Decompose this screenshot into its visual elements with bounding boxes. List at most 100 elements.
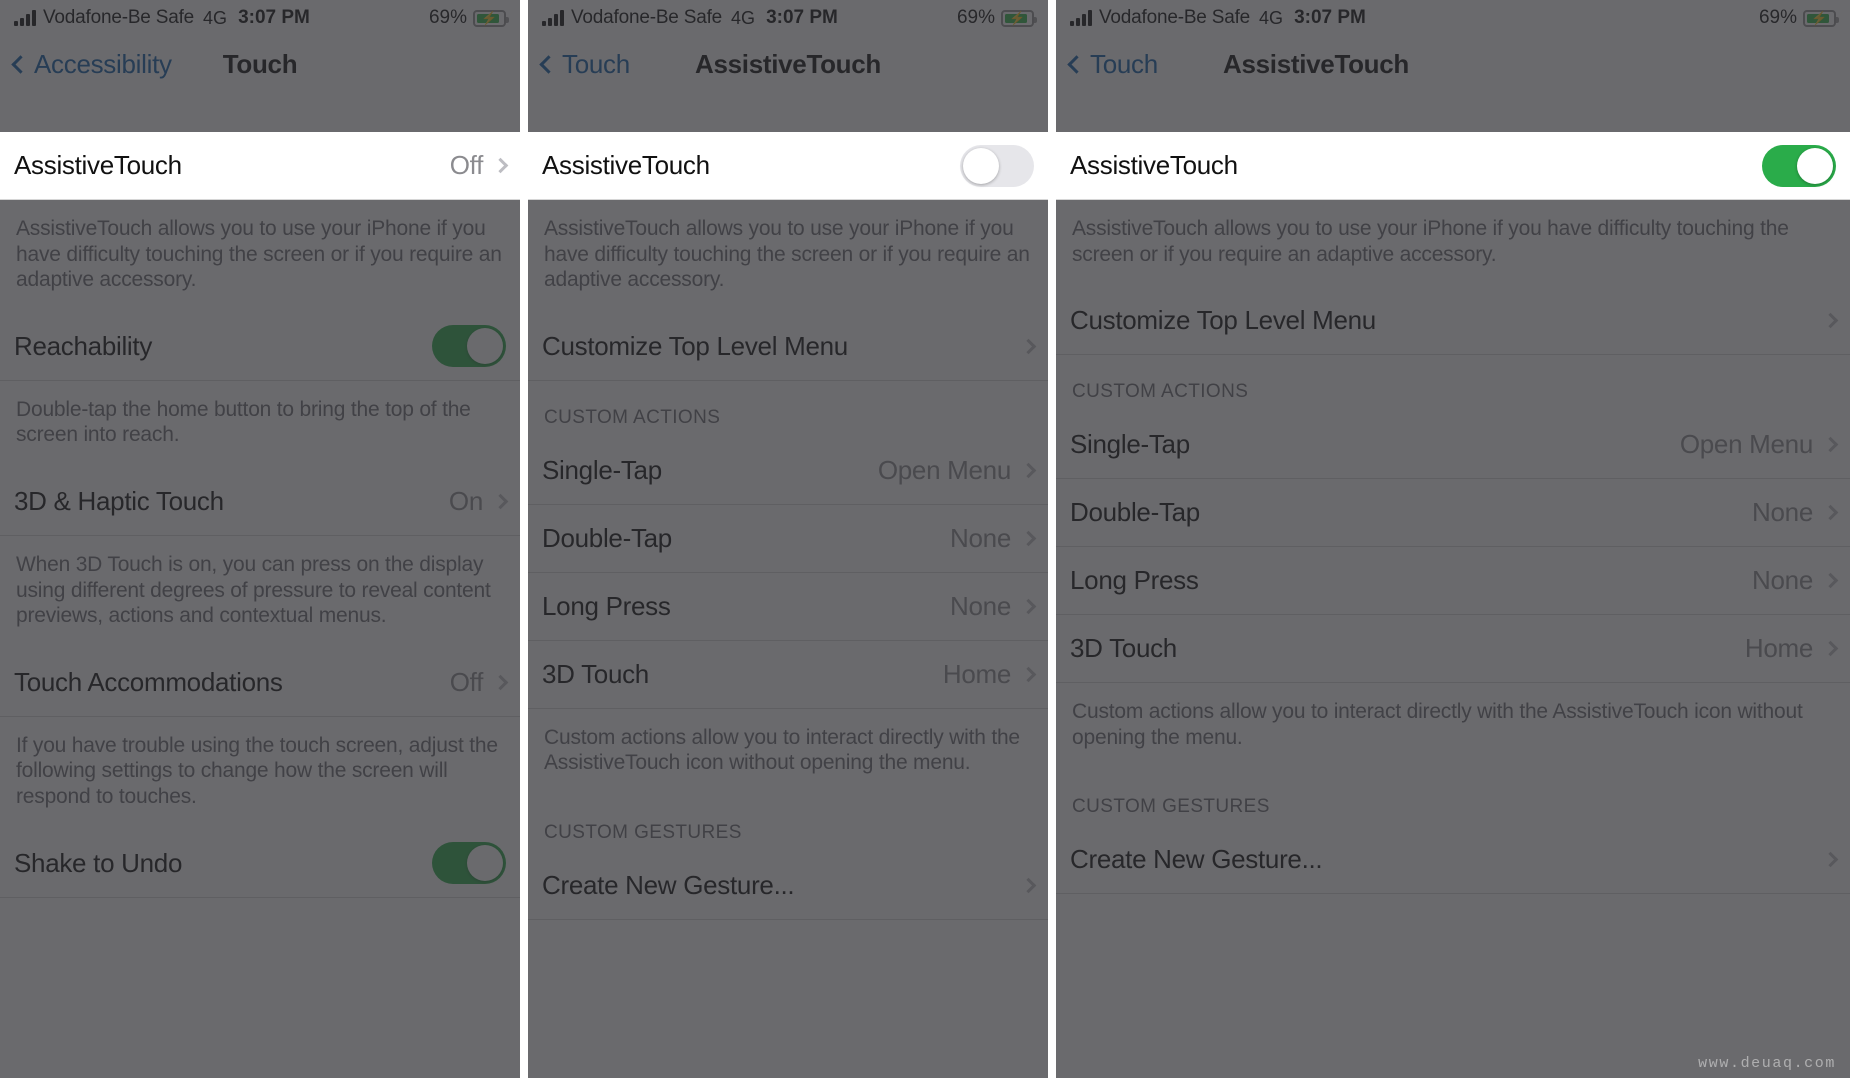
settings-row-accessory — [1762, 144, 1836, 187]
back-button[interactable]: Accessibility — [11, 49, 172, 80]
settings-row-value: Home — [1744, 633, 1813, 664]
toggle-switch[interactable] — [432, 325, 506, 368]
chevron-right-icon — [1822, 852, 1839, 868]
settings-row-label: Long Press — [1070, 565, 1199, 596]
network-type: 4G — [731, 7, 756, 28]
status-left: Vodafone-Be Safe 4G 3:07 PM — [14, 7, 310, 29]
settings-row-accessory — [432, 842, 506, 885]
charging-bolt-icon: ⚡ — [1009, 10, 1026, 26]
battery-percent: 69% — [428, 7, 467, 28]
settings-row-label: AssistiveTouch — [14, 150, 182, 180]
settings-row[interactable]: 3D Touch Home — [528, 640, 1048, 709]
toggle-switch[interactable] — [1762, 144, 1836, 187]
settings-row-label: Single-Tap — [1070, 429, 1190, 460]
settings-row[interactable]: 3D Touch Home — [1056, 615, 1850, 684]
toggle-switch[interactable] — [960, 144, 1034, 187]
settings-row[interactable]: AssistiveTouch — [1056, 132, 1850, 200]
settings-row[interactable]: Single-Tap Open Menu — [528, 436, 1048, 505]
back-button[interactable]: Touch — [539, 48, 630, 80]
settings-row-label: Customize Top Level Menu — [1070, 305, 1376, 336]
settings-row-label: Shake to Undo — [14, 847, 183, 878]
panel-content: AssistiveTouch Off AssistiveTouch allows y… — [0, 92, 520, 898]
nav-bar: Accessibility Touch — [0, 36, 520, 92]
status-bar: Vodafone-Be Safe 4G 3:07 PM 69% ⚡ — [1056, 0, 1850, 36]
settings-row[interactable]: Long Press None — [1056, 547, 1850, 616]
settings-row[interactable]: Reachability — [0, 312, 520, 381]
settings-row-accessory: On — [449, 486, 509, 517]
settings-row-label: 3D Touch — [1070, 633, 1177, 664]
settings-row[interactable]: AssistiveTouch — [528, 132, 1048, 200]
footnote-text: Custom actions allow you to interact dir… — [544, 725, 1020, 775]
chevron-right-icon — [1822, 436, 1839, 453]
settings-row[interactable]: Double-Tap None — [528, 504, 1048, 573]
toggle-knob — [963, 147, 999, 184]
panel-content: AssistiveTouch AssistiveTouch allows you … — [528, 92, 1048, 921]
settings-row[interactable]: Customize Top Level Menu — [1056, 287, 1850, 356]
status-right: 69% ⚡ — [956, 7, 1037, 29]
chevron-left-icon — [11, 54, 30, 74]
toggle-switch[interactable] — [432, 842, 506, 885]
chevron-right-icon — [492, 674, 509, 691]
settings-row-accessory — [1822, 312, 1839, 329]
settings-row-label: AssistiveTouch — [542, 150, 710, 180]
settings-row[interactable]: Single-Tap Open Menu — [1056, 411, 1850, 480]
chevron-right-icon — [492, 157, 509, 174]
settings-row-accessory: Open Menu — [1680, 429, 1839, 460]
back-button-label: Touch — [562, 48, 630, 79]
status-right: 69% ⚡ — [428, 7, 509, 29]
panel-content: AssistiveTouch AssistiveTouch allows you … — [1056, 92, 1850, 895]
chevron-left-icon — [539, 54, 558, 74]
settings-row-value: Open Menu — [877, 454, 1011, 485]
settings-row-label: Long Press — [542, 590, 671, 621]
settings-row[interactable]: Create New Gesture... — [528, 852, 1048, 921]
chevron-right-icon — [1020, 877, 1037, 894]
battery-charging-icon: ⚡ — [473, 9, 509, 27]
settings-row[interactable]: Double-Tap None — [1056, 479, 1850, 548]
settings-row[interactable]: AssistiveTouch Off — [0, 132, 520, 200]
clock: 3:07 PM — [766, 7, 838, 28]
section-header: CUSTOM ACTIONS — [544, 406, 721, 428]
panel-3: Vodafone-Be Safe 4G 3:07 PM 69% ⚡ Touch Assist… — [1056, 0, 1850, 1078]
settings-row[interactable]: Create New Gesture... — [1056, 826, 1850, 895]
settings-row[interactable]: Long Press None — [528, 572, 1048, 641]
settings-row-value: None — [1752, 497, 1813, 528]
clock: 3:07 PM — [238, 7, 310, 28]
nav-bar: Touch AssistiveTouch — [1056, 36, 1850, 92]
settings-row-accessory — [432, 325, 506, 368]
status-left: Vodafone-Be Safe 4G 3:07 PM — [1070, 7, 1366, 29]
settings-row-accessory: Home — [1744, 633, 1839, 664]
footnote-text: AssistiveTouch allows you to use your iP… — [16, 217, 502, 292]
back-button-label: Touch — [1090, 48, 1158, 79]
chevron-right-icon — [492, 493, 509, 510]
status-bar: Vodafone-Be Safe 4G 3:07 PM 69% ⚡ — [528, 0, 1048, 36]
settings-row[interactable]: Shake to Undo — [0, 829, 520, 898]
chevron-right-icon — [1020, 666, 1037, 683]
content-top-gap — [0, 92, 520, 132]
panel-1: Vodafone-Be Safe 4G 3:07 PM 69% ⚡ Accessibili… — [0, 0, 520, 1078]
toggle-knob — [467, 845, 503, 882]
signal-bars-icon — [1070, 10, 1092, 26]
footnote-text: If you have trouble using the touch scre… — [16, 733, 498, 809]
battery-percent: 69% — [1758, 7, 1797, 28]
chevron-right-icon — [1822, 640, 1839, 657]
settings-row-label: AssistiveTouch — [1070, 150, 1238, 180]
section-header: CUSTOM GESTURES — [1072, 796, 1270, 818]
charging-bolt-icon: ⚡ — [1811, 10, 1828, 26]
panel-2: Vodafone-Be Safe 4G 3:07 PM 69% ⚡ Touch Assist… — [528, 0, 1048, 1078]
carrier-name: Vodafone-Be Safe — [43, 7, 195, 28]
settings-row[interactable]: Customize Top Level Menu — [528, 312, 1048, 381]
settings-row-label: 3D & Haptic Touch — [14, 486, 224, 517]
settings-row-value: Off — [449, 150, 484, 180]
battery-charging-icon: ⚡ — [1803, 9, 1839, 27]
footnote-text: When 3D Touch is on, you can press on th… — [16, 553, 491, 628]
signal-bars-icon — [14, 10, 36, 26]
chevron-right-icon — [1020, 338, 1037, 355]
settings-row[interactable]: Touch Accommodations Off — [0, 648, 520, 717]
footnote-text: Double-tap the home button to bring the … — [16, 397, 471, 447]
back-button[interactable]: Touch — [1067, 48, 1158, 80]
settings-row[interactable]: 3D & Haptic Touch On — [0, 468, 520, 537]
section-header: CUSTOM ACTIONS — [1072, 381, 1249, 403]
chevron-right-icon — [1822, 312, 1839, 329]
settings-row-value: None — [950, 590, 1011, 621]
battery-percent: 69% — [956, 7, 995, 28]
